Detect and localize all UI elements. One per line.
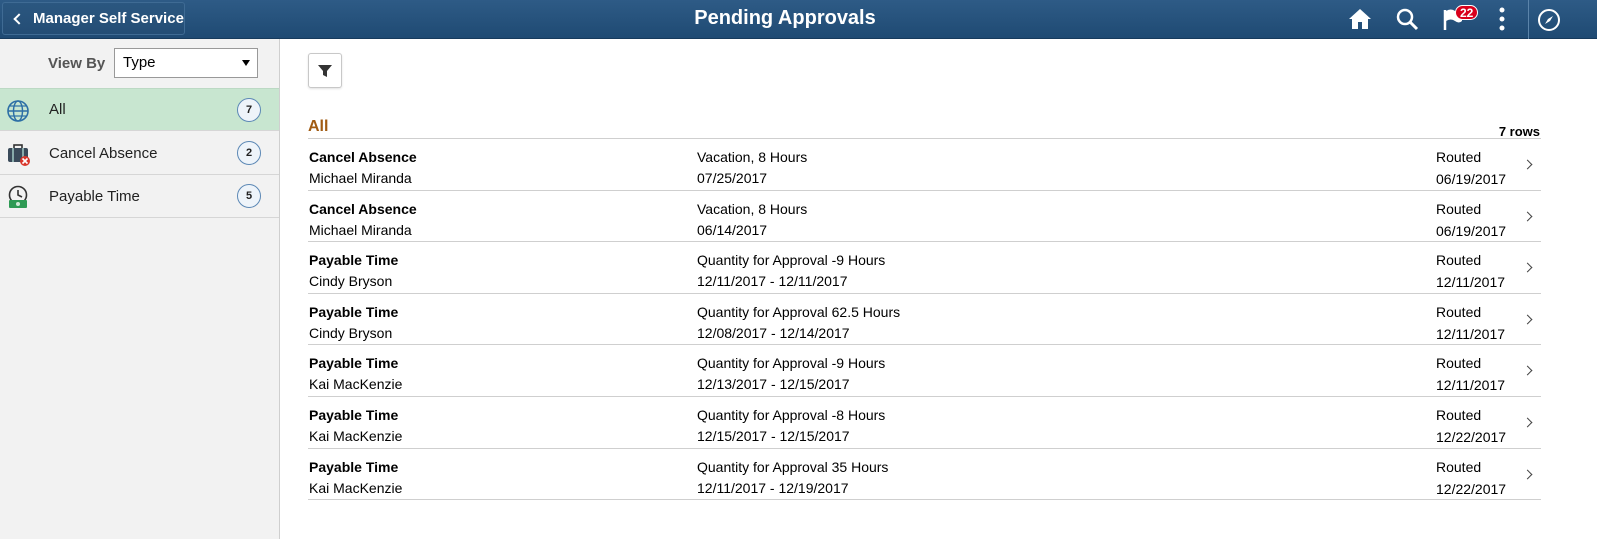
- chevron-left-icon: [13, 12, 25, 25]
- filter-button[interactable]: [308, 53, 342, 88]
- filter-icon: [318, 64, 332, 77]
- globe-icon: [7, 100, 29, 122]
- approval-dates: 12/08/2017 - 12/14/2017: [697, 324, 850, 341]
- approval-dates: 12/15/2017 - 12/15/2017: [697, 427, 850, 444]
- chevron-right-icon: [1522, 314, 1533, 325]
- notification-count-badge: 22: [1455, 5, 1479, 20]
- approval-dates: 07/25/2017: [697, 170, 768, 186]
- navbar-compass-icon: [1538, 8, 1560, 31]
- requester-name: Cindy Bryson: [309, 324, 393, 341]
- approval-detail: Vacation, 8 Hours: [697, 200, 808, 217]
- status-date: 06/19/2017: [1436, 222, 1507, 239]
- status-date: 12/11/2017: [1436, 274, 1506, 291]
- requester-name: Cindy Bryson: [309, 273, 393, 290]
- approval-dates: 12/13/2017 - 12/15/2017: [697, 376, 850, 393]
- approval-dates: 12/11/2017 - 12/11/2017: [697, 273, 848, 290]
- count-badge: 2: [237, 141, 261, 165]
- sidebar-item-label: Cancel Absence: [49, 144, 158, 162]
- requester-name: Michael Miranda: [309, 221, 412, 238]
- approval-status: Routed: [1436, 252, 1482, 269]
- approval-detail: Quantity for Approval 62.5 Hours: [697, 303, 901, 320]
- search-icon[interactable]: [1392, 4, 1422, 34]
- approval-status: Routed: [1436, 458, 1482, 475]
- approval-dates: 12/11/2017 - 12/19/2017: [697, 479, 849, 496]
- sidebar-item-payable-time[interactable]: Payable Time 5: [0, 175, 279, 218]
- chevron-right-icon: [1522, 417, 1533, 428]
- approval-dates: 06/14/2017: [697, 221, 768, 238]
- approval-type: Payable Time: [309, 406, 399, 423]
- approval-type: Payable Time: [309, 252, 399, 269]
- status-date: 12/11/2017: [1436, 325, 1506, 342]
- approval-status: Routed: [1436, 149, 1482, 165]
- approval-detail: Quantity for Approval -8 Hours: [697, 406, 886, 423]
- sidebar-item-label: Payable Time: [49, 187, 140, 205]
- navbar-button[interactable]: [1528, 0, 1569, 39]
- list-item[interactable]: Payable Time Cindy Bryson Quantity for A…: [308, 294, 1541, 346]
- count-badge: 7: [237, 97, 261, 122]
- status-date: 12/11/2017: [1436, 377, 1506, 394]
- dropdown-arrow-icon: [242, 60, 250, 66]
- list-item[interactable]: Cancel Absence Michael Miranda Vacation,…: [308, 191, 1541, 243]
- approvals-list: Cancel Absence Michael Miranda Vacation,…: [308, 139, 1541, 501]
- approval-type: Payable Time: [309, 355, 399, 372]
- status-date: 12/22/2017: [1436, 428, 1507, 445]
- back-button-label: Manager Self Service: [33, 10, 184, 27]
- requester-name: Kai MacKenzie: [309, 427, 403, 444]
- requester-name: Kai MacKenzie: [309, 479, 403, 496]
- actions-menu-icon[interactable]: [1487, 4, 1517, 34]
- sidebar-item-all[interactable]: All 7: [0, 88, 279, 131]
- approval-status: Routed: [1436, 200, 1482, 217]
- group-title: All: [308, 118, 329, 135]
- chevron-right-icon: [1522, 469, 1533, 480]
- approval-detail: Quantity for Approval -9 Hours: [697, 355, 886, 372]
- approval-type: Cancel Absence: [309, 149, 417, 165]
- banner-header: Manager Self Service Pending Approvals 2…: [0, 0, 1597, 39]
- approval-type: Cancel Absence: [309, 200, 417, 217]
- approval-detail: Quantity for Approval -9 Hours: [697, 252, 886, 269]
- sidebar-item-cancel-absence[interactable]: Cancel Absence 2: [0, 132, 279, 175]
- view-by-value: Type: [123, 54, 156, 71]
- chevron-right-icon: [1522, 159, 1533, 170]
- view-by-select[interactable]: Type: [114, 48, 258, 78]
- page-title: Pending Approvals: [694, 7, 876, 29]
- chevron-right-icon: [1522, 365, 1533, 376]
- requester-name: Michael Miranda: [309, 170, 412, 186]
- approval-detail: Quantity for Approval 35 Hours: [697, 458, 889, 475]
- home-icon[interactable]: [1345, 4, 1375, 34]
- back-button[interactable]: Manager Self Service: [2, 2, 185, 35]
- list-item[interactable]: Payable Time Cindy Bryson Quantity for A…: [308, 242, 1541, 294]
- list-item[interactable]: Payable Time Kai MacKenzie Quantity for …: [308, 397, 1541, 449]
- requester-name: Kai MacKenzie: [309, 376, 403, 393]
- row-count: 7 rows: [1498, 124, 1540, 139]
- status-date: 12/22/2017: [1436, 480, 1507, 497]
- approval-status: Routed: [1436, 406, 1482, 423]
- list-item[interactable]: Payable Time Kai MacKenzie Quantity for …: [308, 345, 1541, 397]
- sidebar: View By Type All 7 Cancel Absence 2 Paya…: [0, 39, 280, 539]
- count-badge: 5: [237, 184, 261, 208]
- approval-status: Routed: [1436, 355, 1482, 372]
- approval-type: Payable Time: [309, 458, 399, 475]
- briefcase-cancel-icon: [8, 144, 30, 166]
- list-item[interactable]: Payable Time Kai MacKenzie Quantity for …: [308, 449, 1541, 501]
- approval-status: Routed: [1436, 303, 1482, 320]
- sidebar-item-label: All: [49, 101, 66, 118]
- status-date: 06/19/2017: [1436, 171, 1507, 187]
- list-item[interactable]: Cancel Absence Michael Miranda Vacation,…: [308, 139, 1541, 191]
- chevron-right-icon: [1522, 262, 1533, 273]
- approval-detail: Vacation, 8 Hours: [697, 149, 808, 165]
- view-by-label: View By: [48, 55, 106, 72]
- chevron-right-icon: [1522, 211, 1533, 222]
- approval-type: Payable Time: [309, 303, 399, 320]
- clock-money-icon: [8, 185, 28, 208]
